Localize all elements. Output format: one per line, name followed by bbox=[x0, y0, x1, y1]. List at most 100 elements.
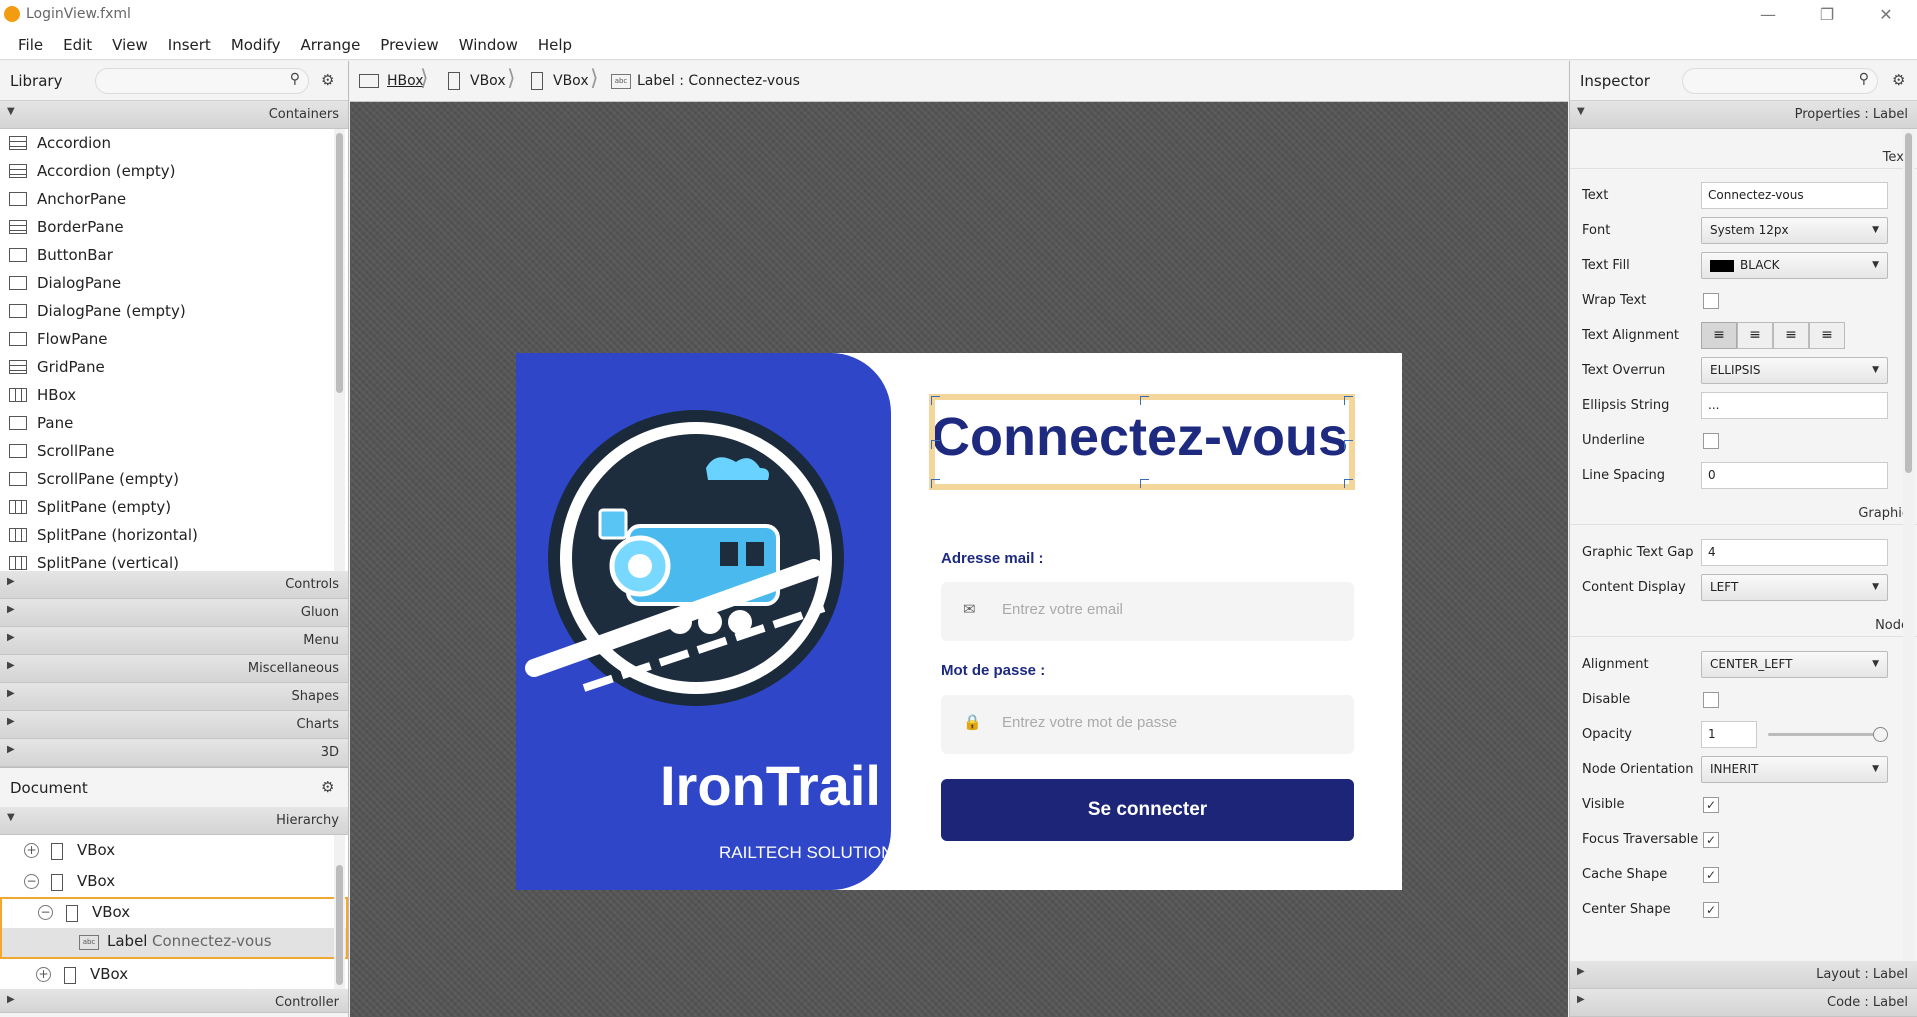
category-charts[interactable]: ▶ Charts bbox=[0, 711, 348, 739]
tree-row[interactable]: + VBox bbox=[0, 835, 348, 866]
menu-help[interactable]: Help bbox=[528, 30, 582, 60]
breadcrumb-item-hbox[interactable]: HBox bbox=[387, 73, 424, 89]
graphic-text-gap-input[interactable]: 4 bbox=[1701, 539, 1888, 566]
menu-modify[interactable]: Modify bbox=[221, 30, 291, 60]
text-overrun-select[interactable]: ELLIPSIS ▼ bbox=[1701, 357, 1888, 384]
ellipsis-string-input[interactable]: ... bbox=[1701, 392, 1888, 419]
menu-window[interactable]: Window bbox=[449, 30, 528, 60]
line-spacing-input[interactable]: 0 bbox=[1701, 462, 1888, 489]
inspector-search-input[interactable]: ⚲ bbox=[1682, 68, 1878, 94]
layout-section[interactable]: ▶ Layout : Label bbox=[1570, 961, 1917, 989]
minimize-icon[interactable]: — bbox=[1748, 4, 1788, 26]
cache-shape-checkbox[interactable]: ✓ bbox=[1703, 867, 1719, 883]
library-item[interactable]: SplitPane (empty) bbox=[0, 493, 348, 521]
category-miscellaneous[interactable]: ▶ Miscellaneous bbox=[0, 655, 348, 683]
collapse-minus-icon[interactable]: − bbox=[24, 874, 39, 889]
library-item[interactable]: DialogPane (empty) bbox=[0, 297, 348, 325]
focus-traversable-checkbox[interactable]: ✓ bbox=[1703, 832, 1719, 848]
menu-file[interactable]: File bbox=[8, 30, 53, 60]
menu-preview[interactable]: Preview bbox=[370, 30, 448, 60]
category-gluon[interactable]: ▶ Gluon bbox=[0, 599, 348, 627]
properties-section[interactable]: ▼ Properties : Label bbox=[1570, 101, 1917, 129]
library-item[interactable]: Accordion (empty) bbox=[0, 157, 348, 185]
email-field[interactable]: ✉ Entrez votre email bbox=[941, 582, 1354, 641]
text-fill-select[interactable]: BLACK ▼ bbox=[1701, 252, 1888, 279]
library-item[interactable]: ScrollPane (empty) bbox=[0, 465, 348, 493]
resize-handle[interactable] bbox=[1140, 479, 1149, 488]
tree-row[interactable]: − VBox bbox=[0, 866, 348, 897]
visible-checkbox[interactable]: ✓ bbox=[1703, 797, 1719, 813]
resize-handle[interactable] bbox=[1140, 396, 1149, 405]
library-gear-icon[interactable]: ⚙ bbox=[321, 71, 334, 89]
align-left-button[interactable]: ≡ bbox=[1701, 322, 1737, 349]
font-select[interactable]: System 12px ▼ bbox=[1701, 217, 1888, 244]
menu-view[interactable]: View bbox=[102, 30, 158, 60]
category-containers[interactable]: ▼ Containers bbox=[0, 101, 348, 129]
menu-edit[interactable]: Edit bbox=[53, 30, 102, 60]
category-controls[interactable]: ▶ Controls bbox=[0, 571, 348, 599]
breadcrumb-item-label[interactable]: Label : Connectez-vous bbox=[637, 73, 800, 89]
category-3d[interactable]: ▶ 3D bbox=[0, 739, 348, 767]
library-item[interactable]: GridPane bbox=[0, 353, 348, 381]
wrap-text-checkbox[interactable] bbox=[1703, 293, 1719, 309]
library-item[interactable]: FlowPane bbox=[0, 325, 348, 353]
inspector-gear-icon[interactable]: ⚙ bbox=[1892, 71, 1905, 89]
library-item[interactable]: HBox bbox=[0, 381, 348, 409]
breadcrumb-item-vbox[interactable]: VBox bbox=[470, 73, 506, 89]
menu-insert[interactable]: Insert bbox=[158, 30, 221, 60]
document-gear-icon[interactable]: ⚙ bbox=[321, 778, 334, 796]
category-menu[interactable]: ▶ Menu bbox=[0, 627, 348, 655]
expand-plus-icon[interactable]: + bbox=[24, 843, 39, 858]
design-canvas[interactable]: IronTrail RAILTECH SOLUTIONS Connectez-v… bbox=[350, 102, 1568, 1017]
tree-row-selected[interactable]: abc Label Connectez-vous bbox=[0, 928, 348, 959]
resize-handle[interactable] bbox=[931, 440, 940, 449]
code-section[interactable]: ▶ Code : Label bbox=[1570, 989, 1917, 1017]
library-item[interactable]: Accordion bbox=[0, 129, 348, 157]
hierarchy-scrollbar[interactable] bbox=[334, 835, 345, 989]
close-icon[interactable]: ✕ bbox=[1866, 4, 1906, 26]
align-center-button[interactable]: ≡ bbox=[1737, 322, 1773, 349]
library-item[interactable]: Pane bbox=[0, 409, 348, 437]
alignment-select[interactable]: CENTER_LEFT ▼ bbox=[1701, 651, 1888, 678]
center-shape-checkbox[interactable]: ✓ bbox=[1703, 902, 1719, 918]
tree-row-selected-parent[interactable]: − VBox bbox=[0, 897, 348, 928]
disable-checkbox[interactable] bbox=[1703, 692, 1719, 708]
expand-plus-icon[interactable]: + bbox=[36, 967, 51, 982]
menu-arrange[interactable]: Arrange bbox=[291, 30, 371, 60]
library-item[interactable]: DialogPane bbox=[0, 269, 348, 297]
node-orientation-select[interactable]: INHERIT ▼ bbox=[1701, 756, 1888, 783]
opacity-slider-track[interactable] bbox=[1768, 733, 1880, 736]
controller-section[interactable]: ▶ Controller bbox=[0, 989, 348, 1013]
library-item[interactable]: AnchorPane bbox=[0, 185, 348, 213]
text-input[interactable]: Connectez-vous bbox=[1701, 182, 1888, 209]
collapse-minus-icon[interactable]: − bbox=[38, 905, 53, 920]
align-justify-button[interactable]: ≡ bbox=[1809, 322, 1845, 349]
resize-handle[interactable] bbox=[1344, 479, 1353, 488]
library-item[interactable]: ButtonBar bbox=[0, 241, 348, 269]
scrollbar-thumb[interactable] bbox=[336, 865, 343, 985]
hierarchy-section[interactable]: ▼ Hierarchy bbox=[0, 807, 348, 835]
library-item[interactable]: SplitPane (horizontal) bbox=[0, 521, 348, 549]
breadcrumb-item-vbox[interactable]: VBox bbox=[553, 73, 589, 89]
scrollbar-thumb[interactable] bbox=[336, 133, 343, 393]
underline-checkbox[interactable] bbox=[1703, 433, 1719, 449]
opacity-slider-knob[interactable] bbox=[1873, 727, 1888, 742]
tree-row[interactable]: + VBox bbox=[0, 959, 348, 990]
library-item[interactable]: BorderPane bbox=[0, 213, 348, 241]
password-field[interactable]: 🔒 Entrez votre mot de passe bbox=[941, 695, 1354, 754]
resize-handle[interactable] bbox=[1344, 440, 1353, 449]
resize-handle[interactable] bbox=[1344, 396, 1353, 405]
resize-handle[interactable] bbox=[931, 479, 940, 488]
restore-icon[interactable]: ❐ bbox=[1807, 4, 1847, 26]
connect-button[interactable]: Se connecter bbox=[941, 779, 1354, 841]
opacity-input[interactable]: 1 bbox=[1701, 721, 1757, 748]
library-scrollbar[interactable] bbox=[334, 129, 345, 571]
content-display-select[interactable]: LEFT ▼ bbox=[1701, 574, 1888, 601]
resize-handle[interactable] bbox=[931, 396, 940, 405]
library-search-input[interactable]: ⚲ bbox=[95, 68, 309, 94]
scrollbar-thumb[interactable] bbox=[1905, 133, 1912, 473]
inspector-scrollbar[interactable] bbox=[1903, 129, 1914, 961]
library-item[interactable]: ScrollPane bbox=[0, 437, 348, 465]
library-item[interactable]: SplitPane (vertical) bbox=[0, 549, 348, 571]
category-shapes[interactable]: ▶ Shapes bbox=[0, 683, 348, 711]
